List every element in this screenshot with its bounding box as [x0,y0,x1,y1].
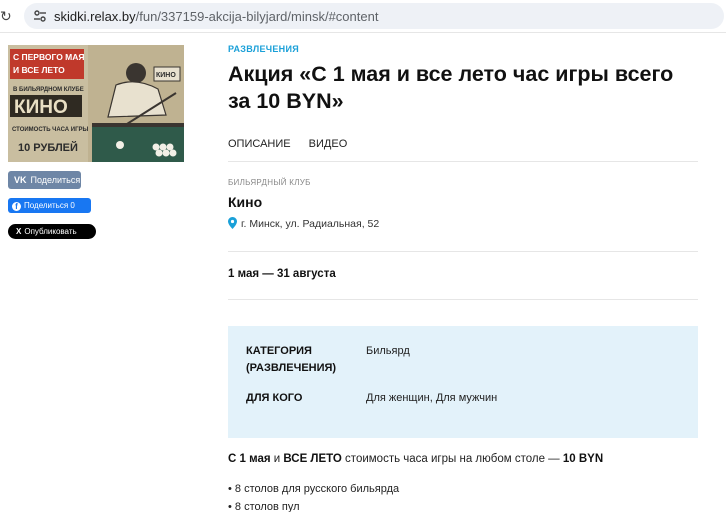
list-item: • 8 столов для русского бильярда [228,483,400,495]
browser-address-bar: ↻ skidki.relax.by/fun/337159-akcija-bily… [0,0,726,33]
hero-image[interactable]: С ПЕРВОГО МАЯ И ВСЕ ЛЕТО В БИЛЬЯРДНОМ КЛ… [8,45,184,162]
hero-line3: В БИЛЬЯРДНОМ КЛУБЕ [13,87,84,93]
tab-video[interactable]: ВИДЕО [309,138,348,150]
tune-icon[interactable] [32,8,48,24]
x-post-button[interactable]: X Опубликовать [8,224,96,239]
category-link[interactable]: РАЗВЛЕЧЕНИЯ [228,44,299,54]
desc-text-1: и [270,453,284,465]
desc-bold-2: ВСЕ ЛЕТО [283,453,342,465]
tab-description[interactable]: ОПИСАНИЕ [228,138,291,150]
info-category-value: Бильярд [366,345,410,357]
vk-share-label: Поделиться [30,175,81,185]
vk-share-button[interactable]: VK Поделиться [8,171,81,189]
address-text: г. Минск, ул. Радиальная, 52 [241,218,380,230]
hero-price: 10 РУБЛЕЙ [18,141,78,154]
hero-line2: И ВСЕ ЛЕТО [13,65,65,75]
page-title: Акция «С 1 мая и все лето час игры всего… [228,62,674,113]
info-audience-value: Для женщин, Для мужчин [366,392,498,404]
promo-dates: 1 мая — 31 августа [228,268,336,280]
info-audience-key: ДЛЯ КОГО [246,392,303,404]
pin-icon [228,217,237,229]
hero-line4: СТОИМОСТЬ ЧАСА ИГРЫ [12,127,88,133]
divider [228,251,698,252]
url-field[interactable]: skidki.relax.by/fun/337159-akcija-bilyja… [24,3,724,29]
desc-text-2: стоимость часа игры на любом столе — [341,453,563,465]
url-text: skidki.relax.by/fun/337159-akcija-bilyja… [54,9,378,24]
info-box: КАТЕГОРИЯ (РАЗВЛЕЧЕНИЯ) Бильярд ДЛЯ КОГО… [228,326,698,438]
place-name-link[interactable]: Кино [228,194,262,210]
place-type: БИЛЬЯРДНЫЙ КЛУБ [228,178,311,187]
vk-icon: VK [14,175,27,185]
desc-bold-1: С 1 мая [228,453,271,465]
hero-sign: КИНО [156,72,176,79]
list-item: • 8 столов пул [228,501,300,512]
info-category-key: КАТЕГОРИЯ (РАЗВЛЕЧЕНИЯ) [246,345,337,374]
url-host: skidki.relax.by [54,9,136,24]
hero-club-name: КИНО [14,97,68,118]
content-tabs: ОПИСАНИЕ ВИДЕО [228,138,362,150]
hero-line1: С ПЕРВОГО МАЯ [13,52,85,62]
facebook-share-label: Поделиться 0 [24,201,75,210]
divider [228,299,698,300]
facebook-icon: f [12,202,21,211]
description-lead: С 1 мая и ВСЕ ЛЕТО стоимость часа игры н… [228,453,603,465]
x-post-label: Опубликовать [24,227,77,236]
url-path: /fun/337159-akcija-bilyjard/minsk/#conte… [135,9,379,24]
address[interactable]: г. Минск, ул. Радиальная, 52 [228,217,379,230]
reload-icon[interactable]: ↻ [0,8,16,24]
facebook-share-button[interactable]: f Поделиться 0 [8,198,91,213]
divider [228,161,698,162]
desc-bold-3: 10 BYN [562,453,604,465]
x-icon: X [16,227,22,236]
